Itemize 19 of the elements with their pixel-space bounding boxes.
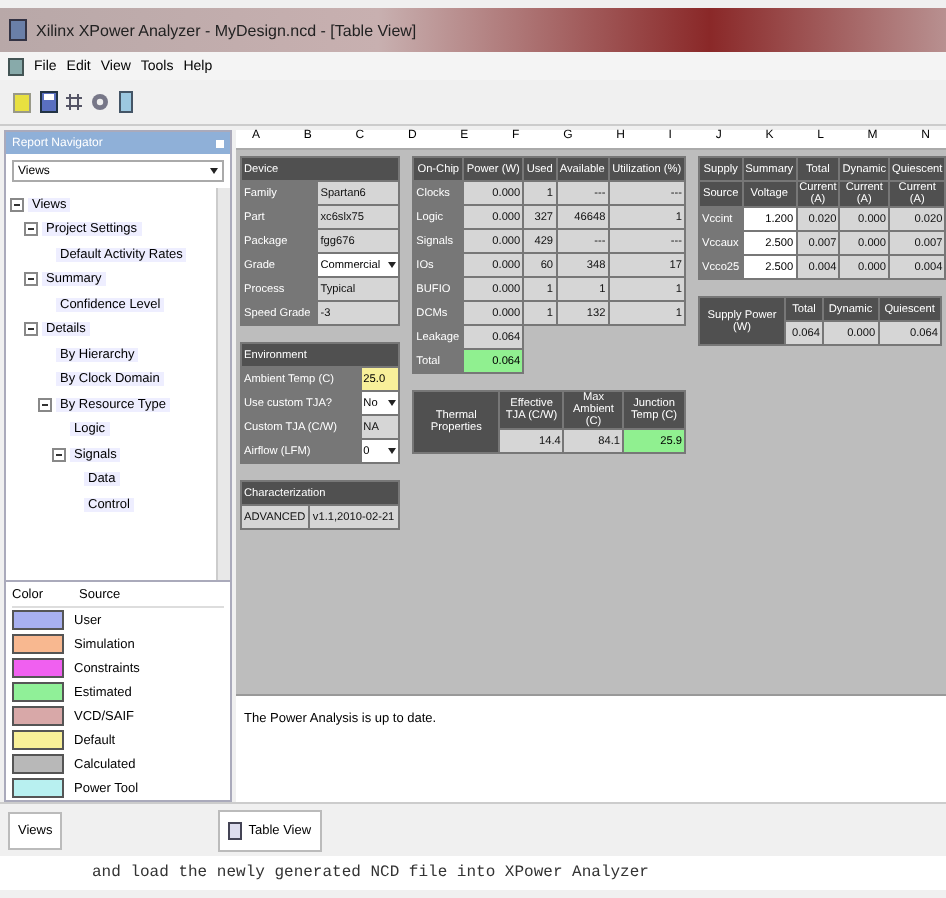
collapse-toggle[interactable] [10, 197, 24, 212]
app-icon [8, 18, 28, 42]
dropdown-arrow-icon[interactable] [388, 400, 397, 406]
window-title: Xilinx XPower Analyzer - MyDesign.ncd - [Table View] [36, 21, 417, 39]
save-icon[interactable] [40, 90, 58, 114]
chip-icon[interactable] [118, 90, 134, 114]
document-text: and load the newly generated NCD file into XPower Analyzer [92, 864, 649, 882]
app-icon [8, 57, 24, 75]
collapse-toggle[interactable] [24, 322, 38, 337]
table-icon [228, 821, 243, 839]
collapse-toggle[interactable] [38, 397, 52, 412]
grid-icon[interactable] [66, 94, 82, 110]
dropdown-arrow-icon[interactable] [388, 448, 397, 454]
dropdown-arrow-icon[interactable] [388, 262, 397, 268]
collapse-toggle[interactable] [24, 222, 38, 237]
collapse-toggle[interactable] [24, 272, 38, 287]
scrollbar[interactable] [216, 188, 230, 580]
dropdown-arrow-icon[interactable] [210, 168, 218, 174]
collapse-toggle[interactable] [52, 447, 66, 462]
